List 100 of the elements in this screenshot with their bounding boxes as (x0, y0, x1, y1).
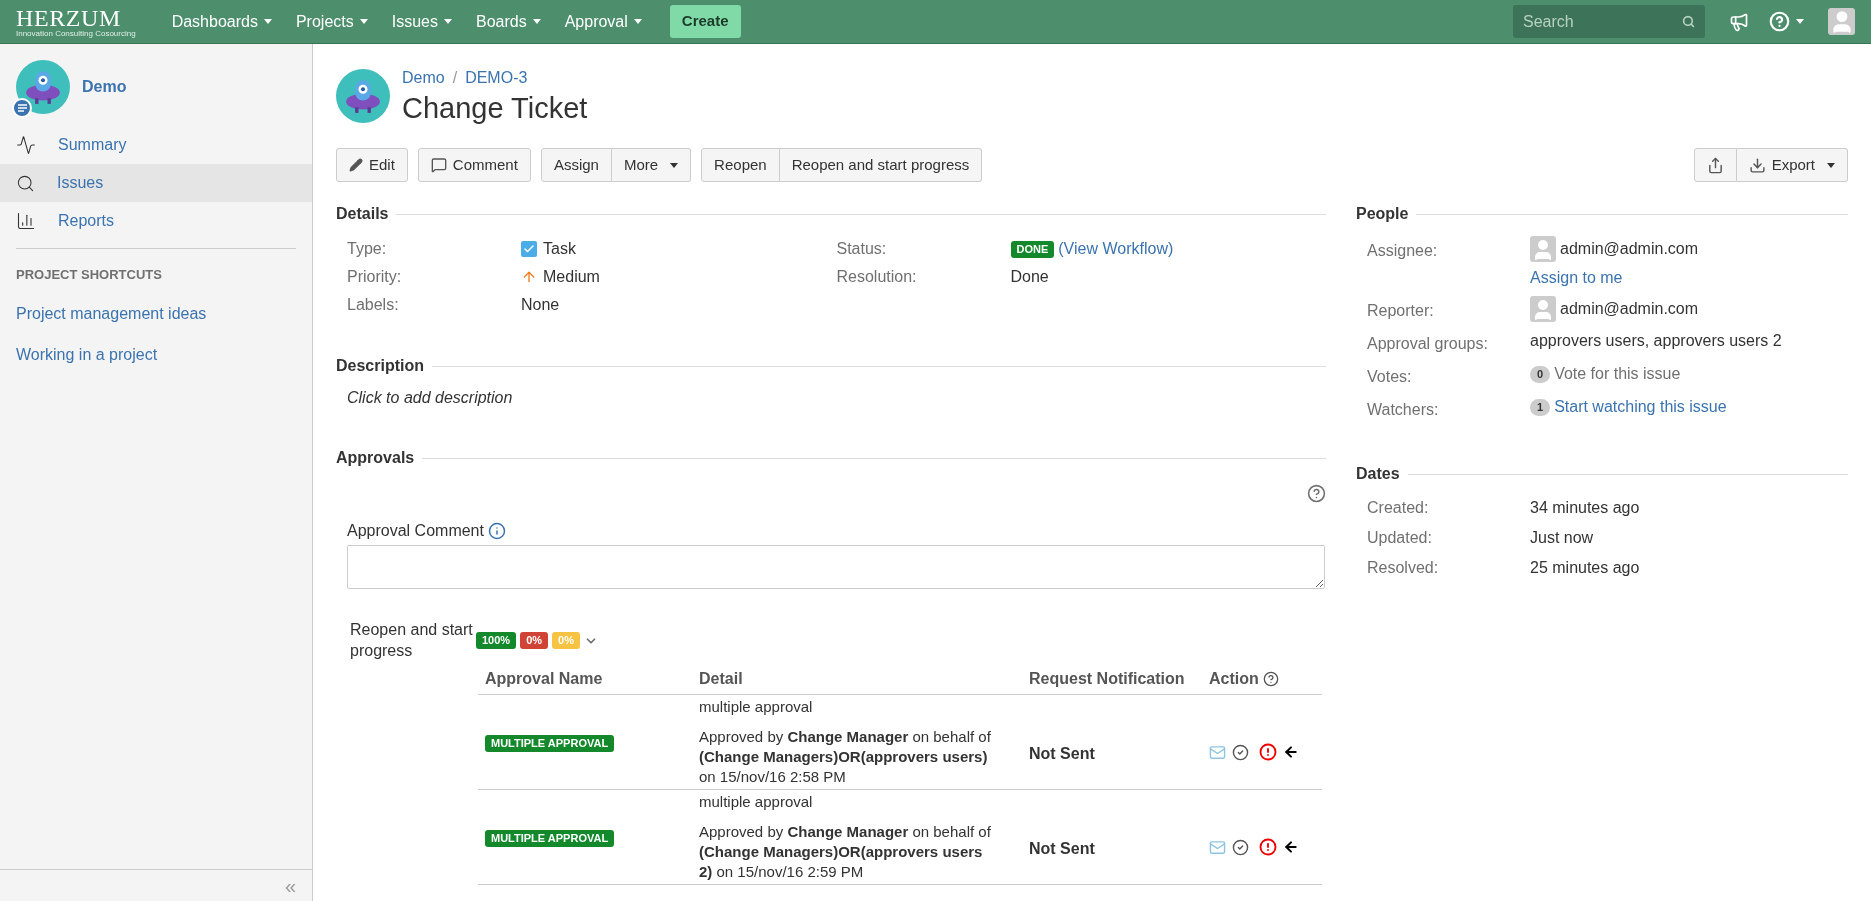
arrow-left-icon[interactable] (1283, 744, 1299, 760)
assign-to-me-link[interactable]: Assign to me (1530, 266, 1699, 290)
shortcuts-heading: PROJECT SHORTCUTS (15, 266, 163, 284)
field-label: Labels: (347, 295, 400, 315)
field-label: Type: (347, 239, 388, 259)
field-label: Watchers: (1367, 400, 1440, 420)
field-value: Task (543, 239, 576, 259)
count-badge: 0 (1530, 365, 1551, 383)
shortcut-link[interactable]: Project management ideas (0, 301, 312, 326)
column-header: Request Notification (1029, 668, 1185, 689)
toolbar-button[interactable]: Reopen (701, 148, 780, 182)
column-header: Action (1209, 668, 1259, 689)
arrow-up-icon (521, 269, 537, 285)
approval-comment-field[interactable] (347, 545, 1325, 589)
field-label: Resolution: (836, 267, 918, 287)
section-heading: Approvals (336, 448, 415, 468)
project-avatar (16, 60, 70, 114)
column-header: Detail (699, 668, 743, 689)
sidebar-item[interactable]: Summary (0, 126, 312, 164)
notification-status: Not Sent (1028, 839, 1096, 859)
column-header: Approval Name (485, 668, 603, 689)
logo[interactable]: HERZUM (16, 5, 121, 30)
megaphone-icon[interactable] (1729, 11, 1749, 32)
bar-chart-icon (16, 211, 36, 231)
check-circle-icon[interactable] (1232, 838, 1249, 856)
share-button[interactable] (1693, 148, 1737, 182)
percent-badge: 0% (520, 632, 549, 649)
caret-icon (532, 19, 541, 24)
field-label: Resolved: (1367, 558, 1440, 578)
breadcrumb-link[interactable]: DEMO-3 (465, 66, 528, 90)
user-name: admin@admin.com (1560, 299, 1699, 319)
field-value: 34 minutes ago (1530, 498, 1640, 518)
approval-name-lozenge: MULTIPLE APPROVAL (485, 735, 615, 752)
toolbar-button[interactable]: Edit (336, 148, 408, 182)
pulse-icon (16, 135, 36, 155)
caret-icon (359, 19, 368, 24)
caret-icon (633, 19, 642, 24)
breadcrumb-link[interactable]: Demo (402, 66, 445, 90)
watch-link[interactable]: Start watching this issue (1554, 395, 1727, 419)
field-label: Votes: (1367, 367, 1413, 387)
sidebar-item[interactable]: Reports (0, 202, 312, 240)
info-icon[interactable] (487, 522, 506, 540)
collapse-button[interactable]: « (284, 875, 296, 896)
project-name[interactable]: Demo (82, 75, 127, 99)
field-label: Created: (1367, 498, 1430, 518)
alert-circle-icon[interactable] (1259, 743, 1277, 761)
user-avatar (1530, 236, 1556, 262)
field-value: None (521, 295, 560, 315)
caret-icon (1827, 162, 1835, 168)
toolbar-button[interactable]: Assign (540, 148, 612, 182)
arrow-left-icon[interactable] (1283, 839, 1299, 855)
caret-icon (263, 19, 272, 24)
issue-title: Change Ticket (402, 91, 588, 126)
download-icon (1748, 156, 1766, 174)
sidebar-item[interactable]: Issues (0, 164, 312, 202)
search-field[interactable]: Search (1513, 5, 1705, 38)
toolbar-button[interactable]: Export (1736, 148, 1848, 182)
description-placeholder[interactable]: Click to add description (336, 386, 1326, 410)
shortcut-link[interactable]: Working in a project (0, 342, 312, 367)
task-type-icon (521, 241, 537, 257)
caret-icon (1796, 19, 1804, 24)
caret-icon (443, 19, 452, 24)
nav-menu[interactable]: Projects (283, 0, 380, 43)
comment-icon (430, 157, 447, 173)
field-label: Status: (836, 239, 888, 259)
section-heading: Details (336, 204, 389, 224)
toolbar-button[interactable]: Reopen and start progress (779, 148, 983, 182)
toolbar-button[interactable]: More (611, 148, 692, 182)
section-heading: Dates (1356, 464, 1400, 484)
nav-menu[interactable]: Boards (463, 0, 553, 43)
field-label: Approval groups: (1367, 334, 1489, 354)
nav-menu[interactable]: Approval (552, 0, 654, 43)
approval-name-lozenge: MULTIPLE APPROVAL (485, 830, 615, 847)
field-label: Priority: (347, 267, 403, 287)
board-badge-icon (12, 98, 32, 118)
share-icon (1706, 156, 1724, 174)
alert-circle-icon[interactable] (1259, 838, 1277, 856)
vote-link[interactable]: Vote for this issue (1554, 362, 1681, 386)
count-badge: 1 (1530, 398, 1551, 416)
toolbar-button[interactable]: Comment (417, 148, 531, 182)
check-circle-icon[interactable] (1232, 743, 1249, 761)
help-icon[interactable] (1262, 670, 1279, 687)
pencil-icon (349, 158, 363, 172)
view-workflow-link[interactable]: (View Workflow) (1058, 237, 1174, 261)
user-name: admin@admin.com (1560, 239, 1699, 259)
help-icon[interactable] (1307, 484, 1326, 503)
nav-menu[interactable]: Dashboards (159, 0, 284, 43)
notification-status: Not Sent (1028, 744, 1096, 764)
approval-title: multiple approval (699, 697, 814, 717)
field-value: Done (1010, 267, 1049, 287)
nav-menu[interactable]: Issues (379, 0, 464, 43)
create-button[interactable]: Create (669, 5, 741, 38)
field-value: 25 minutes ago (1530, 558, 1640, 578)
user-avatar (1530, 296, 1556, 322)
caret-icon (670, 162, 679, 168)
field-value: approvers users, approvers users 2 (1530, 331, 1782, 351)
project-avatar (336, 69, 390, 123)
section-heading: People (1356, 204, 1409, 224)
breadcrumb-separator: / (452, 68, 458, 88)
percent-badge: 0% (552, 632, 580, 649)
